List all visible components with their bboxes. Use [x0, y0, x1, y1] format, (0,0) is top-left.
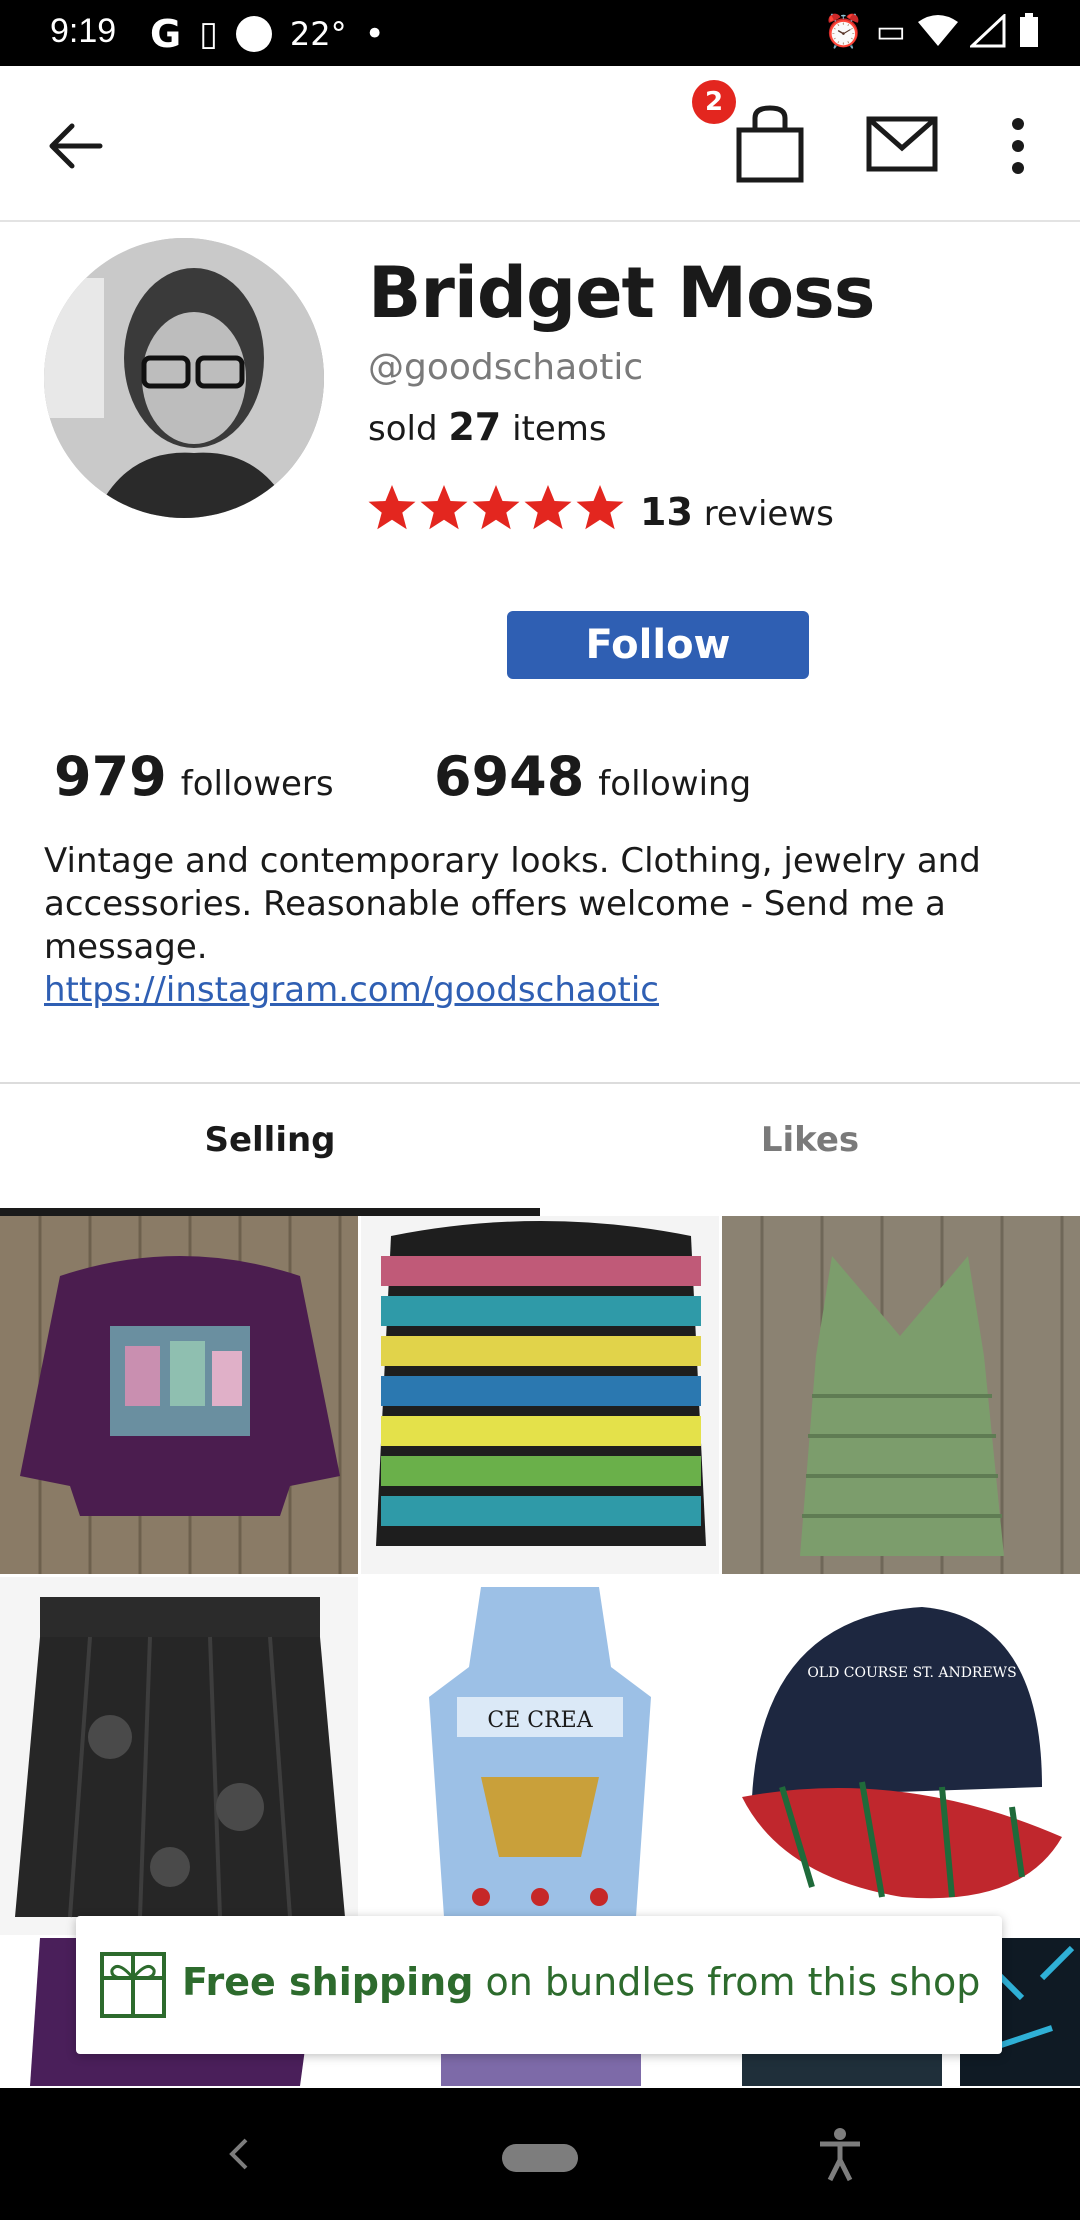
shopping-bag-icon[interactable] [735, 104, 805, 184]
star-icon [576, 485, 624, 530]
free-shipping-banner[interactable]: Free shipping on bundles from this shop [76, 1916, 1002, 2054]
instagram-link[interactable]: https://instagram.com/goodschaotic [44, 970, 659, 1010]
star-icon [420, 485, 468, 530]
status-temperature: 22° [289, 15, 347, 53]
cast-icon: ▭ [875, 12, 906, 50]
sim-icon: ▯ [199, 14, 218, 54]
more-vert-icon[interactable] [1000, 116, 1036, 176]
wifi-icon [918, 15, 958, 46]
tab-likes[interactable]: Likes [540, 1120, 1080, 1160]
accessibility-icon[interactable] [816, 2126, 864, 2182]
rating-stars[interactable] [366, 482, 626, 534]
google-icon: G [150, 12, 182, 56]
profile-name: Bridget Moss [368, 252, 875, 334]
grid-item-ice-cream-apron[interactable]: CE CREA [361, 1577, 719, 1935]
mail-icon[interactable] [866, 114, 938, 174]
followers-stat[interactable]: 979 followers [54, 745, 334, 808]
dot-icon: • [364, 14, 385, 54]
signal-icon [970, 14, 1006, 48]
section-divider [0, 1082, 1080, 1084]
gift-icon [100, 1952, 166, 2018]
battery-icon [1020, 13, 1038, 47]
profile-handle: @goodschaotic [368, 347, 644, 388]
top-app-bar: 2 [0, 66, 1080, 222]
status-time: 9:19 [50, 12, 117, 50]
profile-avatar[interactable] [44, 238, 324, 518]
tab-selling[interactable]: Selling [0, 1120, 540, 1160]
system-nav-bar [0, 2088, 1080, 2220]
grid-item-green-dress[interactable] [722, 1216, 1080, 1574]
follow-button[interactable]: Follow [507, 611, 809, 679]
status-bar: 9:19 G ▯ 22° • ⏰ ▭ [0, 0, 1080, 66]
profile-bio: Vintage and contemporary looks. Clothing… [44, 841, 981, 967]
grid-item-woven-backpack[interactable] [361, 1216, 719, 1574]
star-icon [368, 485, 416, 530]
cap-print-text: OLD COURSE ST. ANDREWS [807, 1665, 1016, 1681]
nav-back-icon[interactable] [224, 2134, 254, 2174]
grid-item-purple-sweatshirt[interactable] [0, 1216, 358, 1574]
weather-app-icon [235, 16, 272, 52]
active-tab-indicator [0, 1208, 540, 1216]
sold-count: sold 27 items [368, 405, 607, 449]
reviews-link[interactable]: 13 reviews [640, 490, 834, 534]
free-shipping-text: Free shipping on bundles from this shop [182, 1960, 981, 2004]
star-icon [472, 485, 520, 530]
nav-home-pill[interactable] [502, 2144, 578, 2172]
cart-badge: 2 [692, 80, 736, 124]
back-arrow-icon[interactable] [44, 114, 108, 178]
grid-item-black-skirt[interactable] [0, 1577, 358, 1935]
alarm-icon: ⏰ [823, 12, 864, 50]
grid-item-plaid-cap[interactable]: OLD COURSE ST. ANDREWS [722, 1577, 1080, 1935]
star-icon [524, 485, 572, 530]
apron-print-text: CE CREA [487, 1708, 593, 1733]
following-stat[interactable]: 6948 following [434, 745, 751, 808]
